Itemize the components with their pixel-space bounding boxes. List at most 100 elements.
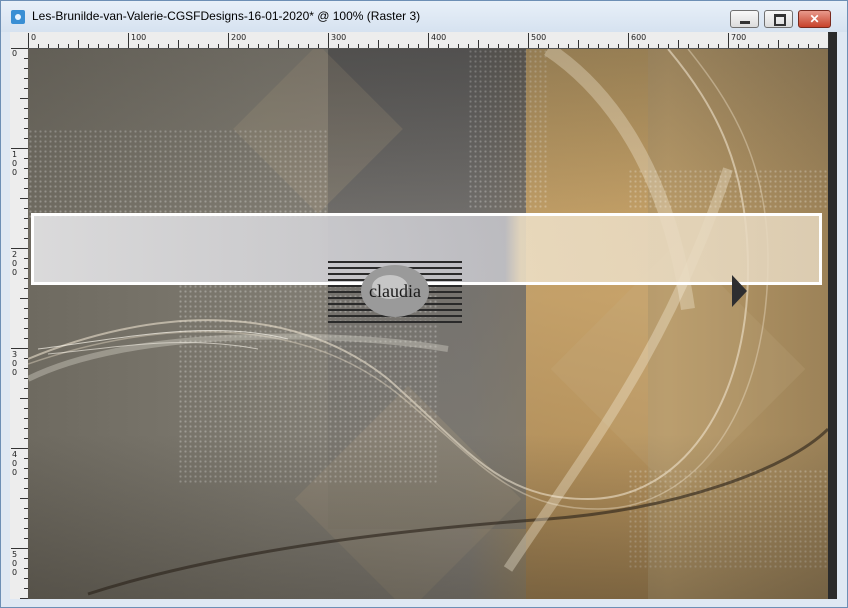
ruler-tick [298,44,299,48]
ruler-tick [308,44,309,48]
ruler-tick [368,44,369,48]
ruler-tick [208,44,209,48]
ruler-label: 300 [331,33,347,42]
ruler-tick [78,40,79,48]
ruler-tick [558,44,559,48]
ruler-tick [268,44,269,48]
ruler-tick [178,40,179,48]
ruler-tick [818,44,819,48]
ruler-tick [48,44,49,48]
ruler-tick [20,198,28,199]
ruler-tick [488,44,489,48]
ruler-label: 500 [12,550,18,577]
ruler-tick [478,40,479,48]
ruler-label: 100 [12,150,18,177]
watermark-logo: claudia [328,261,462,323]
vertical-ruler[interactable]: 0 100 200 300 400 500 [10,48,29,599]
ruler-tick [628,33,629,48]
ruler-tick [98,44,99,48]
ruler-tick [20,398,28,399]
ruler-tick [20,498,28,499]
ruler-tick [378,40,379,48]
close-button[interactable] [798,10,831,28]
ruler-tick [138,44,139,48]
ruler-label: 200 [12,250,18,277]
ruler-tick [608,44,609,48]
horizontal-ruler[interactable]: 0 100 200 300 400 500 600 700 [28,32,829,49]
ruler-tick [408,44,409,48]
ruler-tick [438,44,439,48]
title-bar[interactable]: Les-Brunilde-van-Valerie-CGSFDesigns-16-… [1,1,847,32]
ruler-tick [68,44,69,48]
ruler-tick [288,44,289,48]
ruler-tick [758,44,759,48]
window-title: Les-Brunilde-van-Valerie-CGSFDesigns-16-… [32,9,421,23]
swirl-lines [28,49,828,596]
minimize-button[interactable] [730,10,759,28]
ruler-tick [358,44,359,48]
ruler-tick [348,44,349,48]
ruler-tick [11,448,28,449]
ruler-tick [168,44,169,48]
ruler-tick [638,44,639,48]
ruler-tick [678,40,679,48]
arrow-shape [732,275,747,307]
ruler-tick [58,44,59,48]
ruler-tick [538,44,539,48]
ruler-tick [708,44,709,48]
ruler-tick [568,44,569,48]
ruler-label: 400 [12,450,18,477]
ruler-tick [328,33,329,48]
ruler-tick [11,548,28,549]
ruler-tick [508,44,509,48]
ruler-tick [388,44,389,48]
ruler-label: 100 [131,33,147,42]
ruler-tick [428,33,429,48]
ruler-tick [698,44,699,48]
ruler-tick [11,48,28,49]
ruler-tick [28,33,29,48]
ruler-tick [728,33,729,48]
ruler-tick [118,44,119,48]
ruler-tick [338,44,339,48]
ruler-tick [20,98,28,99]
ruler-tick [578,40,579,48]
ruler-tick [518,44,519,48]
ruler-tick [788,44,789,48]
ruler-tick [618,44,619,48]
ruler-tick [648,44,649,48]
ruler-tick [778,40,779,48]
document-icon [11,10,25,24]
ruler-tick [11,348,28,349]
ruler-tick [658,44,659,48]
ruler-corner [10,32,28,48]
ruler-tick [768,44,769,48]
ruler-label: 600 [631,33,647,42]
ruler-tick [188,44,189,48]
ruler-label: 0 [31,33,37,42]
ruler-tick [418,44,419,48]
ruler-label: 400 [431,33,447,42]
maximize-button[interactable] [764,10,793,28]
ruler-label: 0 [12,49,18,58]
ruler-label: 300 [12,350,18,377]
ruler-tick [278,40,279,48]
ruler-tick [798,44,799,48]
ruler-tick [738,44,739,48]
ruler-tick [808,44,809,48]
ruler-tick [248,44,249,48]
ruler-tick [598,44,599,48]
image-canvas[interactable]: claudia [28,49,828,599]
ruler-tick [318,44,319,48]
ruler-tick [128,33,129,48]
ruler-tick [828,33,829,48]
ruler-tick [218,44,219,48]
ruler-label: 200 [231,33,247,42]
ruler-tick [198,44,199,48]
ruler-tick [548,44,549,48]
logo-text: claudia [369,281,421,301]
ruler-tick [20,298,28,299]
ruler-tick [528,33,529,48]
ruler-tick [11,148,28,149]
ruler-tick [688,44,689,48]
